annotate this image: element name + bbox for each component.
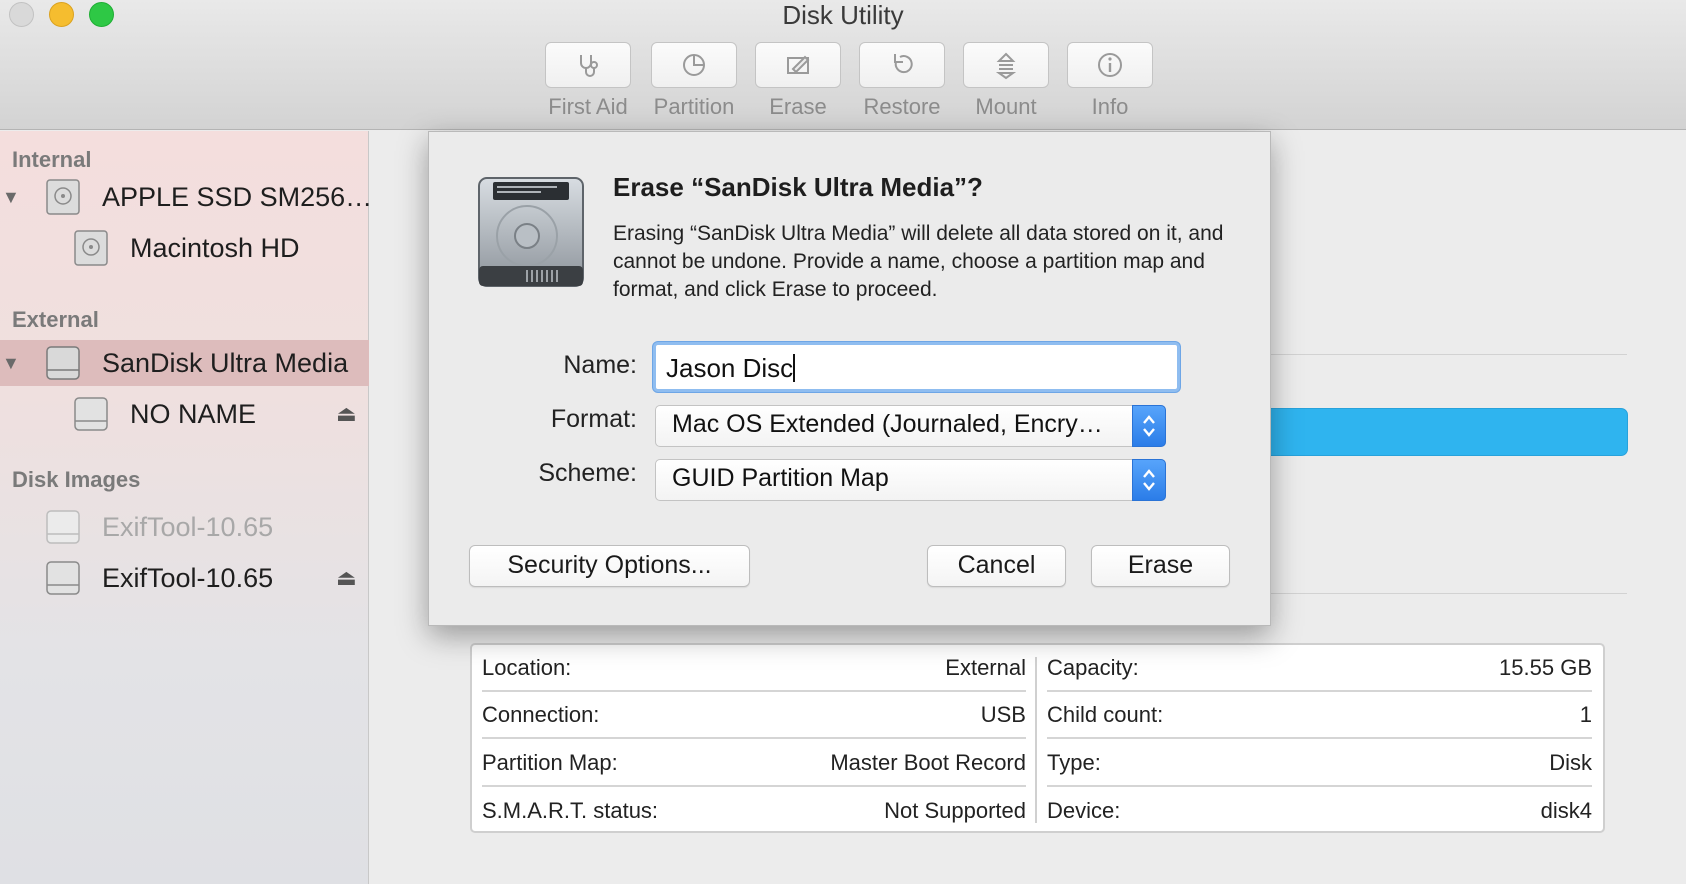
hard-drive-icon (478, 177, 584, 287)
info-label: S.M.A.R.T. status: (482, 797, 659, 823)
scheme-label: Scheme: (538, 459, 637, 487)
up-down-chevron-icon (1143, 469, 1155, 491)
info-label: Partition Map: (482, 749, 618, 775)
toolbar: Disk Utility First Aid Partition Erase R… (0, 0, 1686, 130)
info-label: Type: (1047, 749, 1101, 775)
sidebar-item-label: ExifTool-10.65 (102, 511, 274, 542)
info-value: 15.55 GB (1499, 654, 1592, 680)
info-row-type: Type: Disk (1047, 740, 1592, 787)
mount-icon (995, 52, 1017, 80)
erase-dialog: Erase “SanDisk Ultra Media”? Erasing “Sa… (428, 131, 1271, 626)
eject-icon[interactable]: ⏏ (336, 565, 357, 591)
info-value: Disk (1549, 749, 1592, 775)
format-select-stepper[interactable] (1132, 405, 1166, 447)
info-value: USB (980, 701, 1026, 727)
info-button[interactable]: Info (1067, 42, 1153, 120)
name-input[interactable]: Jason Disc (653, 342, 1180, 392)
info-row-smart-status: S.M.A.R.T. status: Not Supported (482, 787, 1026, 834)
mount-button[interactable]: Mount (963, 42, 1049, 120)
info-row-connection: Connection: USB (482, 692, 1026, 739)
sidebar-item-sandisk[interactable]: ▼ SanDisk Ultra Media (0, 340, 369, 386)
disk-usage-bar (1262, 408, 1628, 456)
info-label: Capacity: (1047, 654, 1139, 680)
format-select[interactable]: Mac OS Extended (Journaled, Encry… (655, 405, 1166, 447)
external-volume-icon (74, 397, 108, 431)
disclosure-triangle-icon[interactable]: ▼ (2, 353, 20, 374)
info-icon (1098, 53, 1122, 77)
divider (1262, 354, 1627, 355)
scheme-select-stepper[interactable] (1132, 459, 1166, 501)
scheme-select-value: GUID Partition Map (672, 464, 889, 492)
partition-button[interactable]: Partition (651, 42, 737, 120)
sidebar-item-no-name[interactable]: NO NAME ⏏ (0, 391, 369, 437)
info-row-partition-map: Partition Map: Master Boot Record (482, 740, 1026, 787)
info-label: Connection: (482, 701, 600, 727)
pie-chart-icon (683, 54, 705, 76)
info-label: Info (1091, 94, 1129, 119)
info-value: 1 (1579, 701, 1592, 727)
disk-info-table: Location: External Connection: USB Parti… (470, 643, 1605, 833)
restore-arrow-icon (894, 54, 913, 74)
info-value: External (945, 654, 1026, 680)
format-label: Format: (550, 405, 637, 433)
info-row-device: Device: disk4 (1047, 787, 1592, 834)
sidebar-item-exiftool[interactable]: ExifTool-10.65 ⏏ (0, 555, 369, 601)
scheme-select[interactable]: GUID Partition Map (655, 459, 1166, 501)
sidebar-item-exiftool-dimmed[interactable]: ExifTool-10.65 (0, 504, 369, 550)
dialog-message: Erasing “SanDisk Ultra Media” will delet… (613, 222, 1224, 301)
up-down-chevron-icon (1143, 415, 1155, 437)
disk-image-icon (46, 510, 80, 544)
dialog-title: Erase “SanDisk Ultra Media”? (613, 172, 983, 202)
sidebar-item-label: ExifTool-10.65 (102, 562, 274, 593)
erase-confirm-button[interactable]: Erase (1091, 545, 1230, 587)
erase-button[interactable]: Erase (755, 42, 841, 120)
disk-image-icon (46, 561, 80, 595)
name-label: Name: (563, 351, 637, 379)
first-aid-button[interactable]: First Aid (545, 42, 631, 120)
cancel-button[interactable]: Cancel (927, 545, 1066, 587)
sidebar-item-label: SanDisk Ultra Media (102, 347, 349, 378)
name-input-value: Jason Disc (666, 353, 794, 383)
format-select-value: Mac OS Extended (Journaled, Encry… (672, 410, 1103, 438)
restore-button[interactable]: Restore (859, 42, 945, 120)
external-disk-icon (46, 346, 80, 380)
section-disk-images: Disk Images (12, 467, 141, 492)
eject-icon[interactable]: ⏏ (336, 401, 357, 427)
window-title: Disk Utility (782, 0, 904, 30)
info-row-capacity: Capacity: 15.55 GB (1047, 645, 1592, 692)
sidebar-item-label: NO NAME (130, 398, 257, 429)
section-internal: Internal (12, 147, 92, 172)
info-row-child-count: Child count: 1 (1047, 692, 1592, 739)
sidebar-item-apple-ssd[interactable]: ▼ APPLE SSD SM256… (0, 174, 373, 220)
section-external: External (12, 307, 99, 332)
column-divider (1035, 657, 1037, 823)
divider (1262, 593, 1627, 594)
pencil-eraser-icon (787, 55, 810, 74)
internal-disk-icon (46, 179, 80, 215)
sidebar-item-label: APPLE SSD SM256… (102, 181, 373, 212)
stethoscope-icon (580, 55, 598, 77)
info-label: Device: (1047, 797, 1121, 823)
info-row-location: Location: External (482, 645, 1026, 692)
sidebar-item-label: Macintosh HD (130, 232, 300, 263)
security-options-button[interactable]: Security Options... (469, 545, 750, 587)
info-value: Master Boot Record (830, 749, 1026, 775)
info-value: disk4 (1540, 797, 1592, 823)
info-value: Not Supported (884, 797, 1026, 823)
disclosure-triangle-icon[interactable]: ▼ (2, 187, 20, 208)
sidebar-item-macintosh-hd[interactable]: Macintosh HD (0, 225, 369, 271)
sidebar: Internal ▼ APPLE SSD SM256… Macintosh HD… (0, 131, 373, 884)
internal-volume-icon (74, 230, 108, 266)
text-caret (793, 354, 796, 382)
info-label: Child count: (1047, 701, 1164, 727)
info-label: Location: (482, 654, 572, 680)
